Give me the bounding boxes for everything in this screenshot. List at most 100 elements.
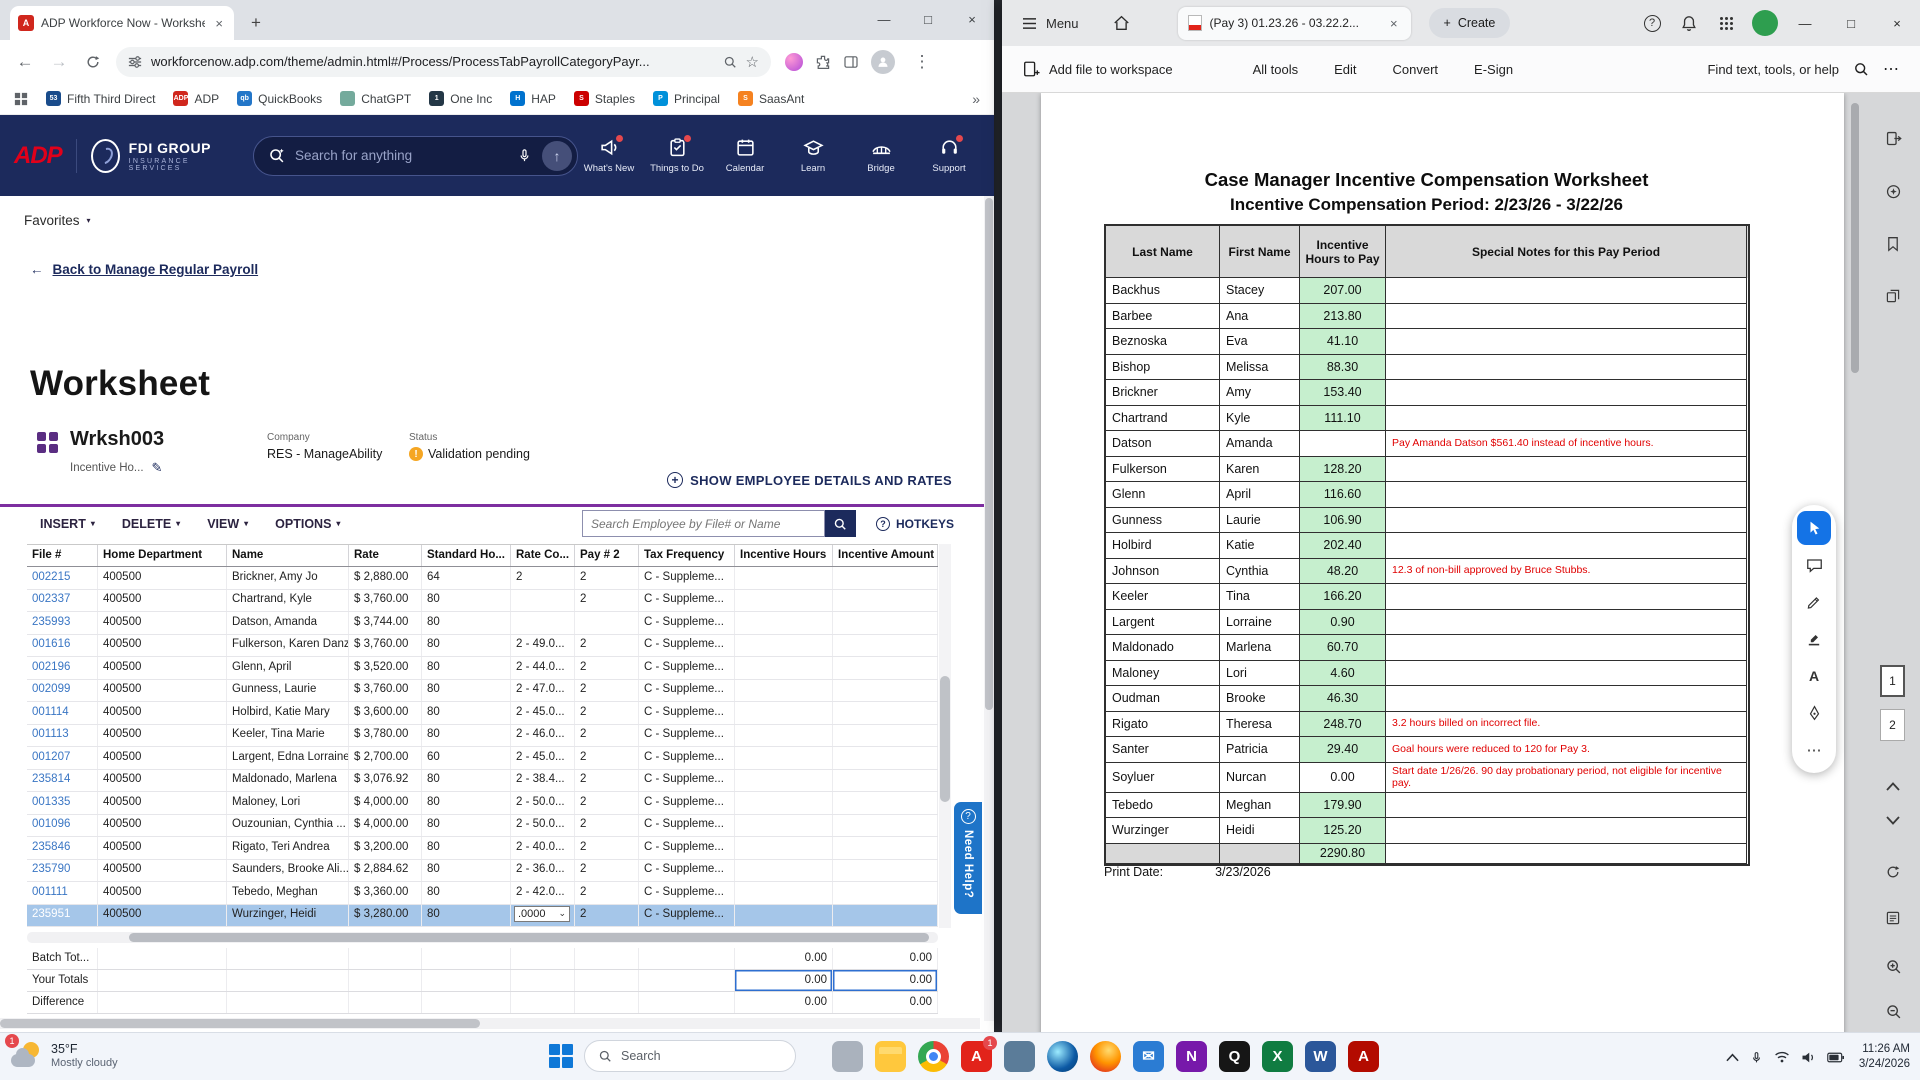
cell-file-number[interactable]: 001096	[27, 814, 98, 836]
cell-incentive-amount[interactable]	[833, 657, 938, 679]
bookmark-item[interactable]: qb QuickBooks	[237, 91, 322, 106]
reading-mode-icon[interactable]	[1878, 903, 1908, 933]
view-menu[interactable]: VIEW ▾	[207, 517, 248, 531]
cell-rate-code[interactable]: 2 - 49.0...⌄	[511, 634, 575, 656]
cell-incentive-hours[interactable]	[735, 634, 833, 656]
grid-row[interactable]: 235846 400500 Rigato, Teri Andrea $ 3,20…	[27, 837, 938, 860]
cell-rate-code[interactable]: 2⌄	[511, 567, 575, 589]
sidebar-icon[interactable]	[843, 54, 859, 70]
scrollbar-thumb[interactable]	[129, 933, 929, 942]
cell-incentive-amount[interactable]	[833, 612, 938, 634]
zoom-icon[interactable]	[723, 55, 737, 69]
grid-row[interactable]: 235790 400500 Saunders, Brooke Ali... $ …	[27, 859, 938, 882]
close-button[interactable]: ×	[950, 0, 994, 38]
app-grid-icon[interactable]	[1711, 8, 1741, 38]
page-vertical-scrollbar[interactable]	[984, 196, 994, 1021]
cell-rate-code[interactable]: ⌄	[511, 589, 575, 611]
delete-menu[interactable]: DELETE ▾	[122, 517, 180, 531]
cell-rate-code[interactable]: 2 - 46.0...⌄	[511, 724, 575, 746]
url-text[interactable]: workforcenow.adp.com/theme/admin.html#/P…	[151, 54, 714, 69]
cell-incentive-hours[interactable]	[735, 679, 833, 701]
tab-close-icon[interactable]: ×	[1387, 16, 1401, 31]
back-to-payroll-link[interactable]: ← Back to Manage Regular Payroll	[30, 262, 258, 277]
cell-file-number[interactable]: 235790	[27, 859, 98, 881]
cell-file-number[interactable]: 002215	[27, 567, 98, 589]
taskbar-search[interactable]: Search	[584, 1040, 796, 1072]
grid-vertical-scrollbar[interactable]	[939, 544, 951, 928]
minimize-button[interactable]: —	[862, 0, 906, 38]
insert-menu[interactable]: INSERT ▾	[40, 517, 95, 531]
grid-row[interactable]: 001111 400500 Tebedo, Meghan $ 3,360.00 …	[27, 882, 938, 905]
cell-file-number[interactable]: 001113	[27, 724, 98, 746]
clock[interactable]: 11:26 AM 3/24/2026	[1859, 1042, 1910, 1072]
tab-close-icon[interactable]: ×	[212, 16, 226, 31]
bookmark-item[interactable]: S SaasAnt	[737, 91, 804, 106]
highlight-tool-icon[interactable]	[1797, 622, 1831, 656]
scrollbar-thumb[interactable]	[0, 1019, 480, 1028]
search-submit-icon[interactable]: ↑	[542, 140, 572, 171]
cell-incentive-amount[interactable]	[833, 814, 938, 836]
grid-row[interactable]: 001335 400500 Maloney, Lori $ 4,000.00 8…	[27, 792, 938, 815]
options-menu[interactable]: OPTIONS ▾	[275, 517, 340, 531]
cell-incentive-amount[interactable]	[833, 837, 938, 859]
bookmark-item[interactable]: 1 One Inc	[429, 91, 492, 106]
cell-incentive-amount[interactable]	[833, 769, 938, 791]
grid-row[interactable]: 001114 400500 Holbird, Katie Mary $ 3,60…	[27, 702, 938, 725]
adp-search-bar[interactable]: Search for anything ↑	[253, 135, 578, 176]
sign-tool-icon[interactable]	[1797, 696, 1831, 730]
cell-rate-code[interactable]: 2 - 40.0...⌄	[511, 837, 575, 859]
mic-icon[interactable]	[1750, 1050, 1763, 1065]
cell-incentive-amount[interactable]	[833, 567, 938, 589]
adp-logo[interactable]: ADP	[14, 142, 63, 170]
extensions-puzzle-icon[interactable]	[815, 54, 831, 70]
pdf-scrollbar[interactable]	[1851, 97, 1859, 1028]
cell-incentive-amount[interactable]	[833, 702, 938, 724]
select-tool-icon[interactable]	[1797, 511, 1831, 545]
cell-incentive-amount[interactable]	[833, 634, 938, 656]
cell-file-number[interactable]: 002196	[27, 657, 98, 679]
taskbar-app-icon[interactable]	[1090, 1040, 1121, 1072]
maximize-button[interactable]: □	[1828, 0, 1874, 46]
col-header[interactable]: Incentive Amount	[833, 545, 938, 566]
tab-all-tools[interactable]: All tools	[1253, 62, 1299, 77]
cell-rate-code[interactable]: 2 - 45.0...⌄	[511, 747, 575, 769]
browser-menu-icon[interactable]: ⋮	[907, 47, 937, 77]
cell-incentive-hours[interactable]	[735, 702, 833, 724]
tray-chevron-icon[interactable]	[1726, 1053, 1739, 1062]
cell-rate-code[interactable]: 2 - 38.4...⌄	[511, 769, 575, 791]
cell-incentive-hours[interactable]	[735, 589, 833, 611]
scrollbar-thumb[interactable]	[940, 676, 950, 802]
grid-row[interactable]: 002196 400500 Glenn, April $ 3,520.00 80…	[27, 657, 938, 680]
cell-incentive-amount[interactable]	[833, 747, 938, 769]
refresh-icon[interactable]	[78, 47, 108, 77]
cell-file-number[interactable]: 001616	[27, 634, 98, 656]
page-horizontal-scrollbar[interactable]	[0, 1018, 980, 1029]
cell-incentive-hours[interactable]	[735, 792, 833, 814]
grid-row[interactable]: 001207 400500 Largent, Edna Lorraine $ 2…	[27, 747, 938, 770]
nav-whats-new[interactable]: What's New	[578, 134, 640, 174]
grid-horizontal-scrollbar[interactable]	[27, 932, 938, 943]
cell-incentive-hours[interactable]	[735, 904, 833, 926]
volume-icon[interactable]	[1801, 1051, 1816, 1064]
grid-row[interactable]: 235993 400500 Datson, Amanda $ 3,744.00 …	[27, 612, 938, 635]
cell-rate-code[interactable]: 2 - 36.0...⌄	[511, 859, 575, 881]
page-up-icon[interactable]	[1878, 771, 1908, 801]
cell-rate-code[interactable]: 2 - 42.0...⌄	[511, 882, 575, 904]
close-button[interactable]: ×	[1874, 0, 1920, 46]
export-pdf-icon[interactable]	[1878, 123, 1908, 153]
grid-row[interactable]: 001113 400500 Keeler, Tina Marie $ 3,780…	[27, 724, 938, 747]
nav-calendar[interactable]: Calendar	[714, 137, 776, 174]
cell-file-number[interactable]: 001335	[27, 792, 98, 814]
taskbar-app-icon[interactable]: Q	[1219, 1040, 1250, 1072]
grid-row[interactable]: 235814 400500 Maldonado, Marlena $ 3,076…	[27, 769, 938, 792]
add-file-button[interactable]: Add file to workspace	[1022, 60, 1173, 78]
dropdown-caret-icon[interactable]: ⌄	[558, 908, 566, 919]
weather-widget[interactable]: 1 35°F Mostly cloudy	[5, 1034, 118, 1071]
taskbar-app-icon[interactable]: X	[1262, 1040, 1293, 1072]
add-text-tool-icon[interactable]: A	[1797, 659, 1831, 693]
find-tools-button[interactable]: Find text, tools, or help ⋯	[1707, 59, 1900, 79]
help-icon[interactable]: ?	[1637, 8, 1667, 38]
nav-bridge[interactable]: Bridge	[850, 137, 912, 174]
minimize-button[interactable]: —	[1782, 0, 1828, 46]
cell-incentive-amount[interactable]	[833, 882, 938, 904]
